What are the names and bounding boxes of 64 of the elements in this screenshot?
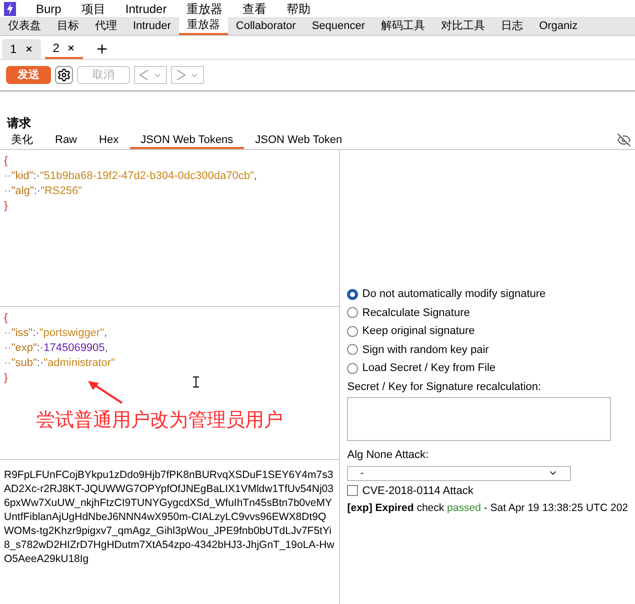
tool-tab[interactable]: Organiz bbox=[531, 17, 586, 35]
radio-label[interactable]: Load Secret / Key from File bbox=[362, 360, 496, 376]
tool-tab[interactable]: 仪表盘 bbox=[0, 17, 49, 35]
checkbox[interactable] bbox=[347, 485, 358, 496]
radio-label[interactable]: Do not automatically modify signature bbox=[362, 286, 546, 302]
tool-tab[interactable]: 重放器 bbox=[178, 17, 228, 35]
secret-field[interactable] bbox=[347, 397, 612, 441]
repeater-tab[interactable]: 1 bbox=[2, 38, 41, 58]
code-line: } bbox=[4, 371, 8, 386]
editor-tab[interactable]: Hex bbox=[88, 132, 130, 149]
chevron-left-icon bbox=[139, 69, 149, 81]
editor-tab[interactable]: 美化 bbox=[0, 132, 44, 149]
settings-icon[interactable] bbox=[55, 66, 73, 84]
eye-off-icon[interactable] bbox=[617, 133, 631, 147]
radio-button[interactable] bbox=[347, 288, 358, 300]
menu-item[interactable]: 查看 bbox=[242, 0, 267, 18]
radio-button[interactable] bbox=[347, 344, 358, 356]
code-line: ··"exp":·1745069905, bbox=[4, 341, 108, 356]
token-text: R9FpLFUnFCojBYkpu1zDdo9Hjb7fPK8nBURvqXSDuF1SEY6Y4m7s3AD2Xc-r2RJ8KT-JQUWWG7OPYpfOfJNEgBaLIX1VMldw1TfUv54Nj036pxWw7XuUW_nkjhFtzCI9TUNYGygcdXSd_WfuIhTn45sBtn7b0veMYUntfFiblanAjUgHdNbeJ6NNN4wX950m-CIALzyLC9vvs96EWX8Dt9QWOMs-tg2Khzr9pigxv7_qmAgz_Gihl3pWou_JPE9fnb0bUTdLJv7F5tYi8_s782wD2HIZrD7HgHDutm7XtA54zpo-4342bHJ3-JhjGnT_19oLA-HwO5AeeA29kU18Ig bbox=[3, 468, 336, 566]
menu-item[interactable]: 项目 bbox=[81, 0, 106, 18]
close-icon[interactable] bbox=[67, 44, 76, 52]
tool-tab[interactable]: 解码工具 bbox=[373, 17, 434, 35]
checkbox-label[interactable]: CVE-2018-0114 Attack bbox=[362, 482, 474, 499]
radio-label[interactable]: Sign with random key pair bbox=[362, 342, 489, 358]
forward-button[interactable] bbox=[171, 66, 204, 84]
chevron-right-icon bbox=[176, 69, 186, 81]
radio-button[interactable] bbox=[347, 307, 358, 318]
header-editor[interactable]: { ··"kid":·"51b9ba68-19f2-47d2-b304-0dc300da70cb", ··"alg":·"RS256" } bbox=[0, 150, 340, 307]
tool-tab[interactable]: 日志 bbox=[493, 17, 532, 35]
radio-button[interactable] bbox=[347, 362, 358, 374]
plus-icon[interactable] bbox=[95, 42, 110, 56]
menu-item[interactable]: 重放器 bbox=[186, 0, 223, 18]
tool-tab[interactable]: 对比工具 bbox=[433, 17, 494, 35]
field-label: Alg None Attack: bbox=[347, 448, 429, 463]
tool-tab[interactable]: Intruder bbox=[125, 17, 179, 35]
code-line: { bbox=[4, 154, 8, 169]
field-label: Secret / Key for Signature recalculation: bbox=[347, 380, 542, 394]
code-line: ··"sub":·"administrator" bbox=[4, 356, 115, 371]
code-line: ··"iss":·"portswigger", bbox=[4, 326, 108, 341]
menu-item[interactable]: 帮助 bbox=[286, 0, 311, 18]
status-text: [exp] Expired check passed - Sat Apr 19 13:38:25 UTC 202 bbox=[347, 501, 628, 516]
menu-item[interactable]: Intruder bbox=[125, 0, 167, 18]
radio-button[interactable] bbox=[347, 326, 358, 337]
code-line: ··"alg":·"RS256" bbox=[4, 184, 82, 199]
back-button[interactable] bbox=[134, 66, 167, 84]
editor-tab[interactable]: Raw bbox=[44, 132, 88, 149]
editor-tab[interactable]: JSON Web Token bbox=[244, 132, 354, 149]
code-line: } bbox=[4, 199, 8, 214]
payload-editor[interactable]: { ··"iss":·"portswigger", ··"exp":·1745069905, ··"sub":·"administrator" } 尝试普通用户改为管理员用户 bbox=[0, 307, 340, 460]
editor-tab[interactable]: JSON Web Tokens bbox=[130, 132, 244, 149]
close-icon[interactable] bbox=[24, 44, 33, 52]
tool-tab[interactable]: 代理 bbox=[87, 17, 125, 35]
tool-tab[interactable]: Collaborator bbox=[228, 17, 304, 35]
text-cursor-icon bbox=[192, 376, 200, 388]
code-line: { bbox=[4, 311, 8, 326]
tool-tab[interactable]: 目标 bbox=[49, 17, 87, 35]
tool-tab[interactable]: Sequencer bbox=[304, 17, 374, 35]
menu-item[interactable]: Burp bbox=[36, 0, 62, 18]
annotation-text: 尝试普通用户改为管理员用户 bbox=[36, 408, 283, 433]
radio-label[interactable]: Recalculate Signature bbox=[362, 304, 470, 321]
alg-none-dropdown[interactable]: - bbox=[347, 466, 572, 480]
code-line: ··"kid":·"51b9ba68-19f2-47d2-b304-0dc300da70cb", bbox=[4, 169, 257, 184]
radio-label[interactable]: Keep original signature bbox=[362, 323, 475, 340]
section-title: 请求 bbox=[6, 115, 32, 132]
